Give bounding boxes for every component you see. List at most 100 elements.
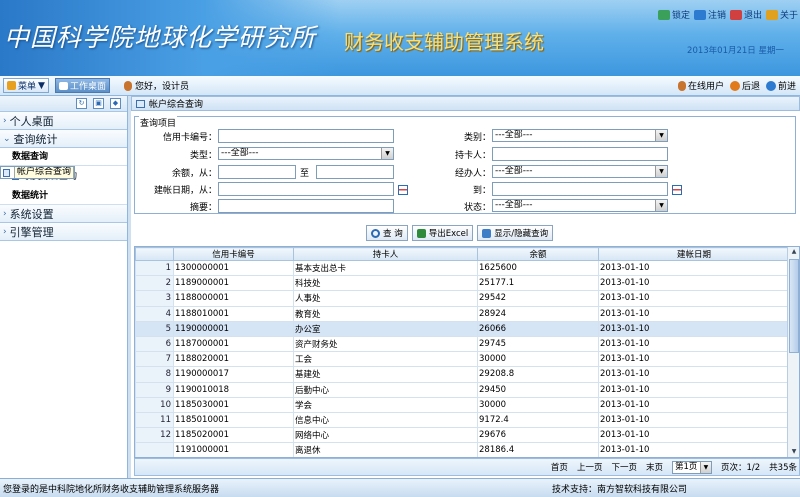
table-row[interactable]: 4 1188010001 教育处 28924 2013-01-10 [135,305,790,322]
page-info: 页次：1/2 [720,463,761,473]
prev-page-link[interactable]: 上一页 [577,461,603,473]
holder-input[interactable] [492,147,668,161]
page-select[interactable]: 第1页 ▼ [671,460,712,474]
table-row[interactable]: 6 1187000001 资产财务处 29745 2013-01-10 [135,335,790,353]
table-cell: 1190000001 [173,320,294,337]
excel-icon [416,228,426,238]
window-icon [136,99,145,108]
row-number-cell: 1 [135,259,174,277]
collapse-icon[interactable]: ◆ [110,98,121,109]
card-number-input[interactable] [218,129,394,143]
table-row[interactable]: 8 1190000017 基建处 29208.8 2013-01-10 [135,366,790,383]
page-title: 帐户综合查询 [149,100,204,110]
header-buttons: 锁定 注销 退出 关于 [657,8,798,21]
online-users-button[interactable]: 在线用户 [677,79,724,92]
table-cell: 9172.4 [477,411,599,429]
table-cell: 2013-01-10 [598,411,790,429]
table-cell: 2013-01-10 [598,427,790,444]
search-button[interactable]: 查 询 [366,225,408,241]
table-row[interactable]: 7 1188020001 工会 30000 2013-01-10 [135,351,790,368]
table-cell: 30000 [477,396,599,413]
table-row[interactable]: 2 1189000001 科技处 25177.1 2013-01-10 [135,275,790,292]
sidebar-group-system-settings[interactable]: › 系统设置 [0,205,127,223]
next-page-link[interactable]: 下一页 [611,461,637,473]
status-select[interactable]: ---全部--- ▼ [492,199,668,212]
summary-input[interactable] [218,199,394,213]
chevron-right-icon: › [3,208,7,219]
table-row[interactable]: 1191000001 离退休 28186.4 2013-01-10 [135,442,790,457]
server-info: 您登录的是中科院地化所财务收支辅助管理系统服务器 [3,484,220,495]
table-cell: 2013-01-10 [598,351,790,368]
exit-button[interactable]: 退出 [729,8,762,21]
refresh-icon[interactable]: ↻ [76,98,87,109]
sidebar-item-account-query[interactable]: 帐户综合查询 [0,166,76,179]
results-table: 信用卡编号 持卡人 余额 建帐日期 1 1300000001 基本支出总卡 16256… [135,247,790,457]
column-header[interactable]: 持卡人 [293,247,478,261]
first-page-link[interactable]: 首页 [551,461,568,473]
sidebar-group-engine-management[interactable]: › 引擎管理 [0,223,127,241]
column-header[interactable]: 建帐日期 [598,247,790,261]
back-button[interactable]: 后退 [729,79,760,92]
column-header[interactable]: 余额 [477,247,599,261]
calendar-icon[interactable] [398,185,408,195]
table-row[interactable]: 3 1188000001 人事处 29542 2013-01-10 [135,290,790,307]
table-row[interactable]: 10 1185030001 学会 30000 2013-01-10 [135,396,790,413]
amount-to-input[interactable] [316,165,394,179]
scroll-down-icon[interactable]: ▼ [789,447,799,457]
table-cell: 2013-01-10 [598,275,790,292]
vertical-scrollbar[interactable]: ▲ ▼ [787,247,799,457]
date-from-input[interactable] [218,182,394,196]
table-row[interactable]: 12 1185020001 网络中心 29676 2013-01-10 [135,427,790,444]
column-header[interactable]: 信用卡编号 [173,247,294,261]
logout-button[interactable]: 注销 [693,8,726,21]
table-cell: 2013-01-10 [598,335,790,353]
menu-icon [7,81,16,90]
menu-button[interactable]: 菜单 ▼ [3,78,49,93]
save-icon[interactable]: ▣ [93,98,104,109]
table-cell: 1190000017 [173,366,294,383]
table-cell: 2013-01-10 [598,290,790,307]
table-cell: 1189000001 [173,275,294,292]
date-to-input[interactable] [492,182,668,196]
app-title: 财务收支辅助管理系统 [344,30,544,54]
scroll-up-icon[interactable]: ▲ [789,247,799,257]
calendar-icon[interactable] [672,185,682,195]
category-label: 类别： [463,133,491,143]
row-number-cell: 7 [135,351,174,368]
table-cell: 1191000001 [173,442,294,457]
category-select[interactable]: ---全部--- ▼ [492,129,668,142]
workspace-button[interactable]: 工作桌面 [54,78,110,93]
type-label: 类型： [189,151,217,161]
table-row[interactable]: 5 1190000001 办公室 26066 2013-01-10 [135,320,790,337]
status-bar: 您登录的是中科院地化所财务收支辅助管理系统服务器 技术支持：南方智软科技有限公司 [0,478,800,497]
table-row[interactable]: 11 1185010001 信息中心 9172.4 2013-01-10 [135,411,790,429]
export-excel-button[interactable]: 导出Excel [411,225,474,241]
date-from-label: 建帐日期，从： [153,186,217,196]
sidebar-section-data-stats: 数据统计 [0,187,127,205]
amount-to-label: 至 [300,169,310,179]
amount-from-input[interactable] [218,165,296,179]
table-cell: 29208.8 [477,366,599,383]
scrollbar-thumb[interactable] [789,259,799,353]
toggle-query-button[interactable]: 显示/隐藏查询 [477,225,554,241]
table-cell: 科技处 [293,275,478,292]
table-cell: 1187000001 [173,335,294,353]
table-cell: 2013-01-10 [598,320,790,337]
row-number-cell: 8 [135,366,174,383]
handler-select[interactable]: ---全部--- ▼ [492,165,668,178]
lock-button[interactable]: 锁定 [657,8,690,21]
forward-button[interactable]: 前进 [765,79,796,92]
type-select[interactable]: ---全部--- ▼ [218,147,394,160]
sidebar-group-query-stats[interactable]: ⌄ 查询统计 [0,130,127,148]
sidebar-group-personal-desktop[interactable]: › 个人桌面 [0,112,127,130]
table-row[interactable]: 1 1300000001 基本支出总卡 1625600 2013-01-10 [135,259,790,277]
table-cell: 基建处 [293,366,478,383]
card-number-label: 信用卡编号： [162,133,217,143]
table-cell: 1188010001 [173,305,294,322]
table-cell: 1185010001 [173,411,294,429]
last-page-link[interactable]: 末页 [646,461,663,473]
chevron-down-icon: ▼ [655,130,667,141]
results-table-wrapper: 信用卡编号 持卡人 余额 建帐日期 1 1300000001 基本支出总卡 16256… [134,246,800,458]
about-button[interactable]: 关于 [765,8,798,21]
table-row[interactable]: 9 1190010018 后勤中心 29450 2013-01-10 [135,381,790,398]
